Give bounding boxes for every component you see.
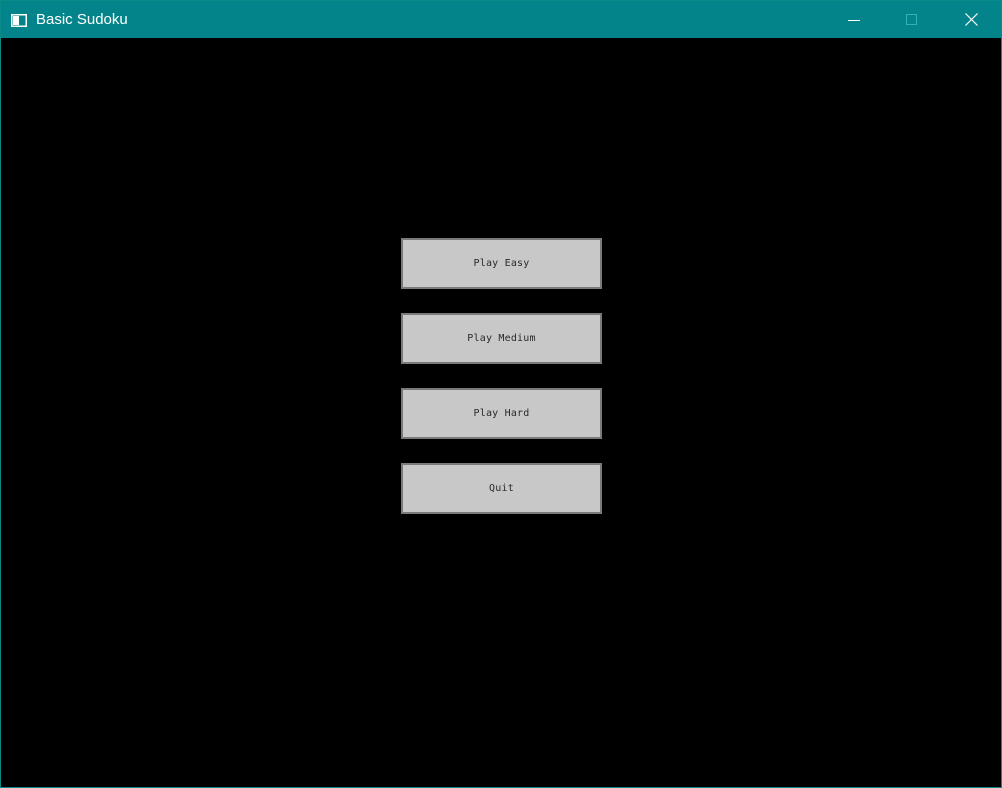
play-medium-button[interactable]: Play Medium (401, 313, 602, 364)
app-window-icon (11, 12, 27, 27)
game-canvas: Play Easy Play Medium Play Hard Quit (1, 38, 1001, 787)
minimize-icon (848, 14, 860, 26)
play-hard-button[interactable]: Play Hard (401, 388, 602, 439)
close-button[interactable] (942, 1, 1000, 38)
title-bar[interactable]: Basic Sudoku (1, 1, 1001, 38)
quit-button[interactable]: Quit (401, 463, 602, 514)
quit-label: Quit (489, 483, 514, 494)
maximize-icon (906, 13, 918, 26)
app-window: Basic Sudoku Play Easy Play Medium Play … (0, 0, 1002, 788)
minimize-button[interactable] (825, 1, 883, 38)
close-icon (964, 13, 978, 26)
maximize-button[interactable] (883, 1, 941, 38)
play-hard-label: Play Hard (473, 408, 530, 419)
play-medium-label: Play Medium (467, 333, 536, 344)
play-easy-label: Play Easy (473, 258, 530, 269)
play-easy-button[interactable]: Play Easy (401, 238, 602, 289)
window-title: Basic Sudoku (36, 11, 128, 28)
